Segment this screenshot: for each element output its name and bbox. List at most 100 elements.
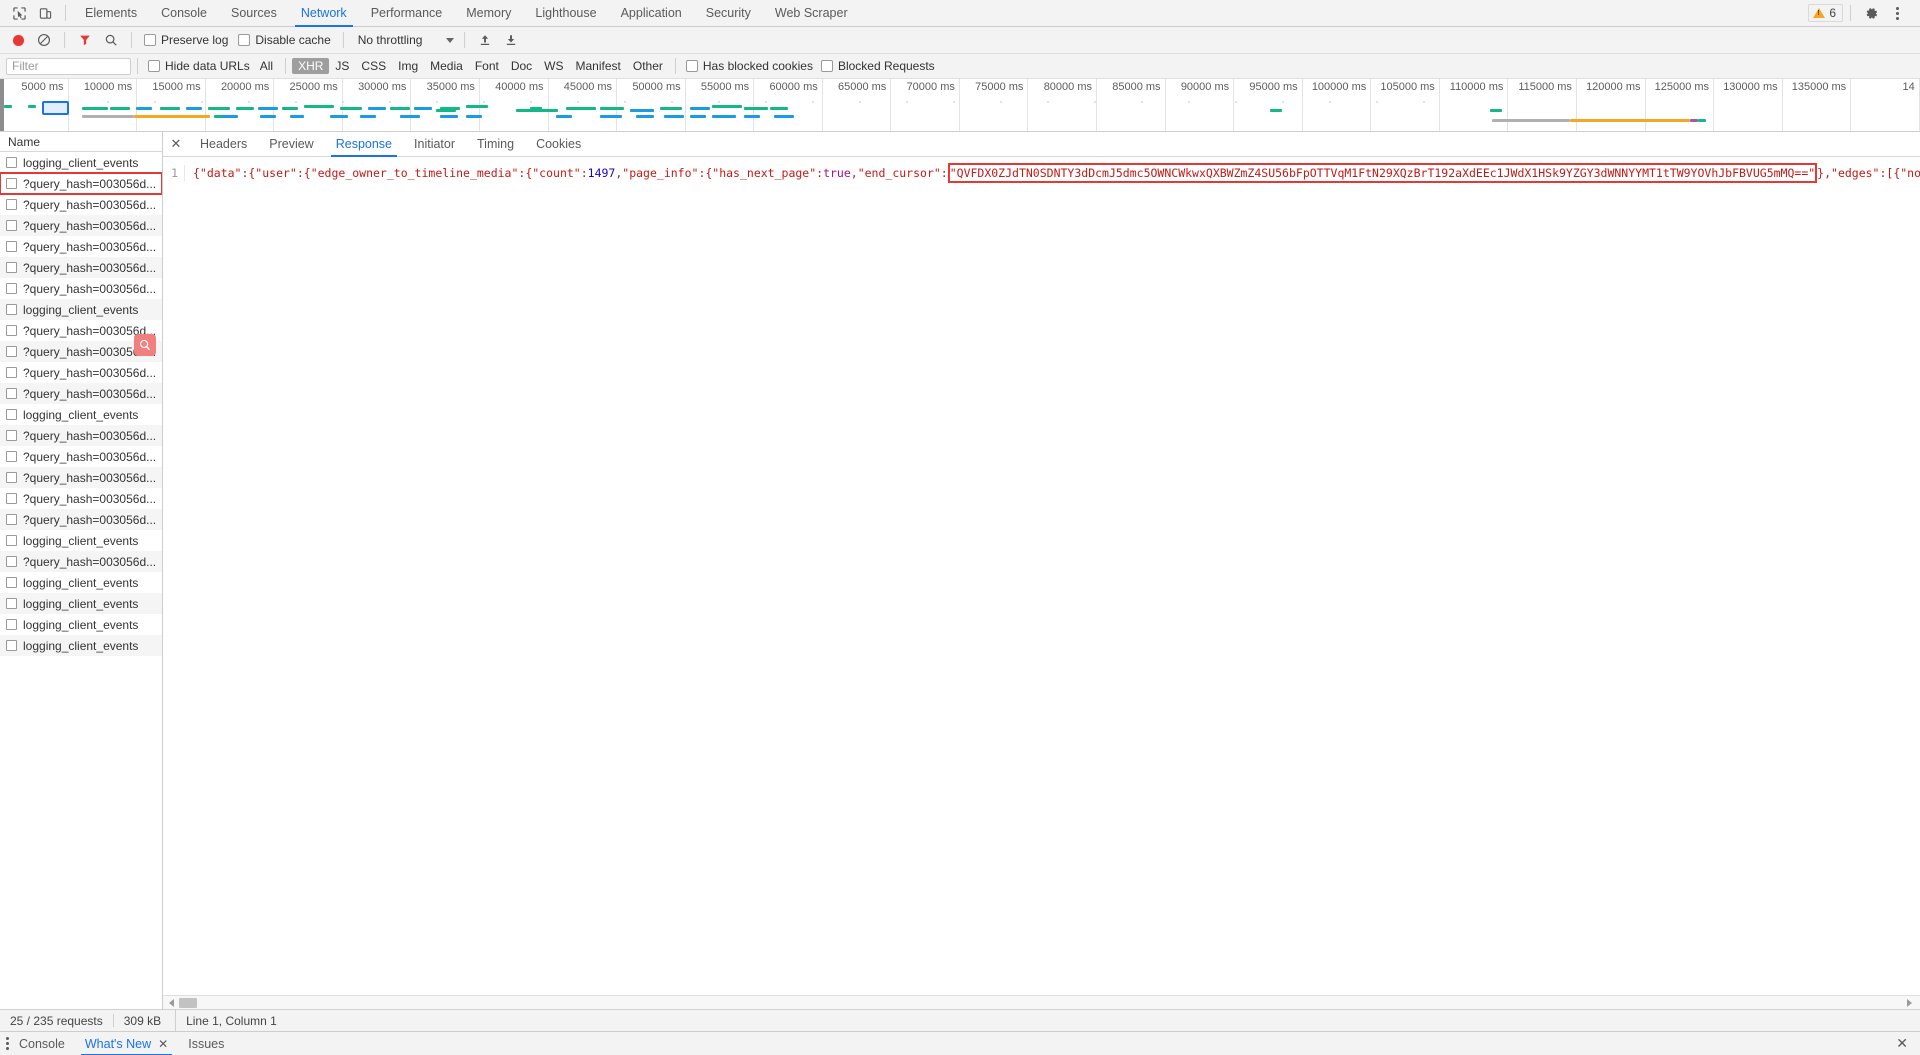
request-row[interactable]: ?query_hash=003056d... bbox=[0, 509, 162, 530]
request-row[interactable]: logging_client_events bbox=[0, 530, 162, 551]
detail-tab-preview[interactable]: Preview bbox=[258, 132, 324, 157]
close-icon[interactable]: ✕ bbox=[163, 132, 189, 157]
detail-tab-initiator[interactable]: Initiator bbox=[403, 132, 466, 157]
request-row[interactable]: ?query_hash=003056d... bbox=[0, 383, 162, 404]
clear-icon[interactable] bbox=[32, 29, 56, 51]
search-icon[interactable] bbox=[99, 29, 123, 51]
request-row-checkbox[interactable] bbox=[6, 619, 17, 630]
request-row-checkbox[interactable] bbox=[6, 535, 17, 546]
request-row-checkbox[interactable] bbox=[6, 556, 17, 567]
request-row[interactable]: ?query_hash=003056d... bbox=[0, 236, 162, 257]
request-row[interactable]: logging_client_events bbox=[0, 299, 162, 320]
request-row[interactable]: logging_client_events bbox=[0, 593, 162, 614]
response-horizontal-scrollbar[interactable] bbox=[163, 995, 1920, 1009]
filter-type-js[interactable]: JS bbox=[329, 58, 355, 74]
tab-sources[interactable]: Sources bbox=[219, 0, 289, 27]
import-har-icon[interactable] bbox=[473, 29, 497, 51]
request-row[interactable]: logging_client_events bbox=[0, 404, 162, 425]
filter-type-other[interactable]: Other bbox=[627, 58, 669, 74]
filter-type-ws[interactable]: WS bbox=[538, 58, 569, 74]
request-row[interactable]: ?query_hash=003056d... bbox=[0, 551, 162, 572]
request-row-checkbox[interactable] bbox=[6, 157, 17, 168]
close-drawer-icon[interactable]: ✕ bbox=[1896, 1035, 1914, 1052]
request-row-checkbox[interactable] bbox=[6, 325, 17, 336]
close-icon[interactable]: ✕ bbox=[158, 1032, 168, 1055]
request-row-checkbox[interactable] bbox=[6, 367, 17, 378]
response-body-viewer[interactable]: 1 {"data":{"user":{"edge_owner_to_timeli… bbox=[163, 157, 1920, 995]
request-row[interactable]: ?query_hash=003056d... bbox=[0, 172, 162, 195]
detail-tab-response[interactable]: Response bbox=[325, 132, 403, 157]
request-row[interactable]: ?query_hash=003056d... bbox=[0, 215, 162, 236]
tab-memory[interactable]: Memory bbox=[454, 0, 523, 27]
filter-type-manifest[interactable]: Manifest bbox=[570, 58, 627, 74]
drawer-tab-console[interactable]: Console bbox=[9, 1032, 75, 1055]
request-row-checkbox[interactable] bbox=[6, 598, 17, 609]
filter-type-doc[interactable]: Doc bbox=[505, 58, 538, 74]
request-row[interactable]: ?query_hash=003056d... bbox=[0, 194, 162, 215]
request-row-checkbox[interactable] bbox=[6, 220, 17, 231]
tab-security[interactable]: Security bbox=[694, 0, 763, 27]
filter-input[interactable] bbox=[6, 57, 131, 75]
request-row[interactable]: logging_client_events bbox=[0, 152, 162, 173]
preserve-log-checkbox[interactable]: Preserve log bbox=[140, 33, 232, 47]
tab-performance[interactable]: Performance bbox=[359, 0, 455, 27]
tab-network[interactable]: Network bbox=[289, 0, 359, 27]
tab-console[interactable]: Console bbox=[149, 0, 219, 27]
request-row-checkbox[interactable] bbox=[6, 640, 17, 651]
request-row-checkbox[interactable] bbox=[6, 388, 17, 399]
request-row-checkbox[interactable] bbox=[6, 409, 17, 420]
disable-cache-checkbox[interactable]: Disable cache bbox=[234, 33, 334, 47]
request-row-checkbox[interactable] bbox=[6, 451, 17, 462]
request-row-checkbox[interactable] bbox=[6, 472, 17, 483]
has-blocked-cookies-checkbox[interactable]: Has blocked cookies bbox=[682, 59, 817, 73]
request-row[interactable]: logging_client_events bbox=[0, 572, 162, 593]
tab-application[interactable]: Application bbox=[609, 0, 694, 27]
request-row[interactable]: logging_client_events bbox=[0, 635, 162, 656]
filter-type-font[interactable]: Font bbox=[469, 58, 505, 74]
request-row[interactable]: ?query_hash=003056d... bbox=[0, 467, 162, 488]
request-row-checkbox[interactable] bbox=[6, 346, 17, 357]
request-row-checkbox[interactable] bbox=[6, 430, 17, 441]
scroll-right-icon[interactable] bbox=[1907, 998, 1912, 1007]
request-row-checkbox[interactable] bbox=[6, 262, 17, 273]
hide-data-urls-checkbox[interactable]: Hide data URLs bbox=[144, 59, 254, 73]
request-row-checkbox[interactable] bbox=[6, 493, 17, 504]
kebab-menu-icon[interactable] bbox=[1884, 1, 1910, 25]
filter-type-xhr[interactable]: XHR bbox=[292, 58, 330, 74]
request-row[interactable]: ?query_hash=003056d... bbox=[0, 488, 162, 509]
magnifier-search-icon[interactable] bbox=[134, 334, 156, 356]
request-row-checkbox[interactable] bbox=[6, 577, 17, 588]
request-row[interactable]: ?query_hash=003056d... bbox=[0, 278, 162, 299]
request-row[interactable]: ?query_hash=003056d... bbox=[0, 257, 162, 278]
scroll-left-icon[interactable] bbox=[169, 998, 174, 1007]
request-row-checkbox[interactable] bbox=[6, 241, 17, 252]
overview-selection-window[interactable] bbox=[42, 101, 69, 115]
record-button-icon[interactable] bbox=[6, 29, 30, 51]
throttling-dropdown[interactable]: No throttling bbox=[352, 33, 457, 47]
gear-icon[interactable] bbox=[1858, 1, 1884, 25]
drawer-tab-issues[interactable]: Issues bbox=[178, 1032, 234, 1055]
network-overview-timeline[interactable]: 5000 ms 10000 ms 15000 ms 20000 ms 25000 ms 3… bbox=[0, 79, 1920, 132]
filter-type-all[interactable]: All bbox=[254, 58, 279, 74]
request-row[interactable]: ?query_hash=003056d... bbox=[0, 362, 162, 383]
export-har-icon[interactable] bbox=[499, 29, 523, 51]
drawer-tab-whats-new[interactable]: What's New ✕ bbox=[75, 1032, 178, 1055]
request-row-checkbox[interactable] bbox=[6, 514, 17, 525]
tab-lighthouse[interactable]: Lighthouse bbox=[523, 0, 608, 27]
filter-type-media[interactable]: Media bbox=[424, 58, 469, 74]
detail-tab-cookies[interactable]: Cookies bbox=[525, 132, 592, 157]
request-row-checkbox[interactable] bbox=[6, 199, 17, 210]
detail-tab-headers[interactable]: Headers bbox=[189, 132, 258, 157]
funnel-filter-icon[interactable] bbox=[73, 29, 97, 51]
request-row[interactable]: logging_client_events bbox=[0, 614, 162, 635]
device-toggle-icon[interactable] bbox=[32, 1, 58, 25]
detail-tab-timing[interactable]: Timing bbox=[466, 132, 525, 157]
warning-badge[interactable]: 6 bbox=[1808, 4, 1843, 22]
scrollbar-thumb[interactable] bbox=[179, 997, 197, 1008]
filter-type-css[interactable]: CSS bbox=[355, 58, 392, 74]
filter-type-img[interactable]: Img bbox=[392, 58, 424, 74]
tab-web-scraper[interactable]: Web Scraper bbox=[763, 0, 860, 27]
request-row-checkbox[interactable] bbox=[6, 178, 17, 189]
request-row-checkbox[interactable] bbox=[6, 283, 17, 294]
request-row[interactable]: ?query_hash=003056d... bbox=[0, 446, 162, 467]
